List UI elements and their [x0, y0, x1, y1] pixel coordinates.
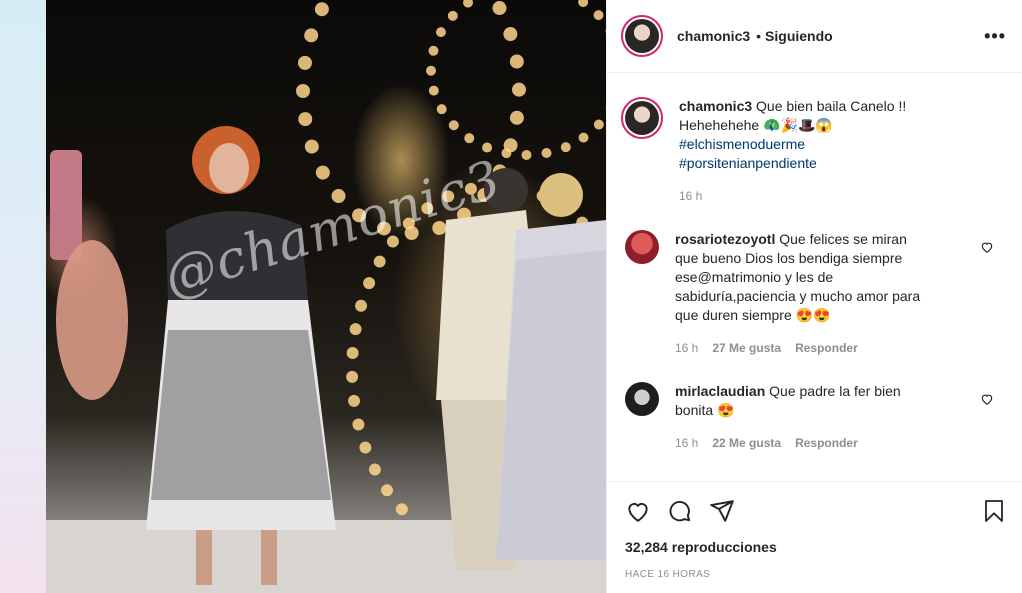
post-modal: @chamonic3 chamonic3 • Siguiendo ••• cha… [46, 0, 1022, 593]
caption-body: chamonic3 Que bien baila Canelo !! Heheh… [679, 97, 949, 206]
comment-meta: 16 h 22 Me gusta Responder [675, 434, 927, 453]
comment-icon[interactable] [667, 498, 693, 524]
bookmark-icon[interactable] [982, 498, 1006, 524]
comment-avatar[interactable] [625, 382, 659, 416]
heart-icon[interactable] [980, 392, 994, 406]
post-header: chamonic3 • Siguiendo ••• [607, 0, 1022, 73]
reply-button[interactable]: Responder [795, 434, 858, 453]
post-sidebar: chamonic3 • Siguiendo ••• chamonic3 Que … [606, 0, 1022, 593]
follow-status-button[interactable]: Siguiendo [765, 28, 833, 44]
caption-avatar[interactable] [621, 97, 663, 139]
views-row[interactable]: 32,284 reproducciones [607, 539, 1022, 555]
header-username[interactable]: chamonic3 [677, 28, 750, 44]
video-scene [46, 126, 606, 593]
heart-icon[interactable] [625, 498, 651, 524]
comment-username[interactable]: rosariotezoyotl [675, 231, 775, 247]
action-bar [607, 481, 1022, 539]
more-options-icon[interactable]: ••• [984, 26, 1006, 47]
separator-dot: • [756, 28, 762, 44]
caption-username[interactable]: chamonic3 [679, 98, 752, 114]
comment-time[interactable]: 16 h [675, 434, 698, 453]
avatar[interactable] [621, 15, 663, 57]
comment-avatar[interactable] [625, 230, 659, 264]
hashtag-link[interactable]: #porsitenianpendiente [679, 154, 949, 173]
post-timestamp[interactable]: HACE 16 HORAS [607, 555, 1022, 593]
hashtag-link[interactable]: #elchismenoduerme [679, 135, 949, 154]
caption: chamonic3 Que bien baila Canelo !! Heheh… [621, 97, 1006, 206]
comments-list: chamonic3 Que bien baila Canelo !! Heheh… [607, 73, 1022, 481]
caption-time[interactable]: 16 h [679, 187, 702, 206]
views-label: reproducciones [671, 539, 777, 555]
comment-likes[interactable]: 22 Me gusta [712, 434, 781, 453]
views-count: 32,284 [625, 539, 668, 555]
caption-meta: 16 h [679, 187, 949, 206]
heart-icon[interactable] [980, 240, 994, 254]
comment-body: mirlaclaudian Que padre la fer bien boni… [675, 382, 927, 453]
comment-likes[interactable]: 27 Me gusta [712, 339, 781, 358]
comment-body: rosariotezoyotl Que felices se miran que… [675, 230, 927, 358]
comment-item: rosariotezoyotl Que felices se miran que… [621, 230, 1006, 358]
reply-button[interactable]: Responder [795, 339, 858, 358]
video-player[interactable]: @chamonic3 [46, 0, 606, 593]
comment-meta: 16 h 27 Me gusta Responder [675, 339, 927, 358]
comment-item: mirlaclaudian Que padre la fer bien boni… [621, 382, 1006, 453]
share-icon[interactable] [709, 498, 735, 524]
comment-time[interactable]: 16 h [675, 339, 698, 358]
comment-username[interactable]: mirlaclaudian [675, 383, 765, 399]
